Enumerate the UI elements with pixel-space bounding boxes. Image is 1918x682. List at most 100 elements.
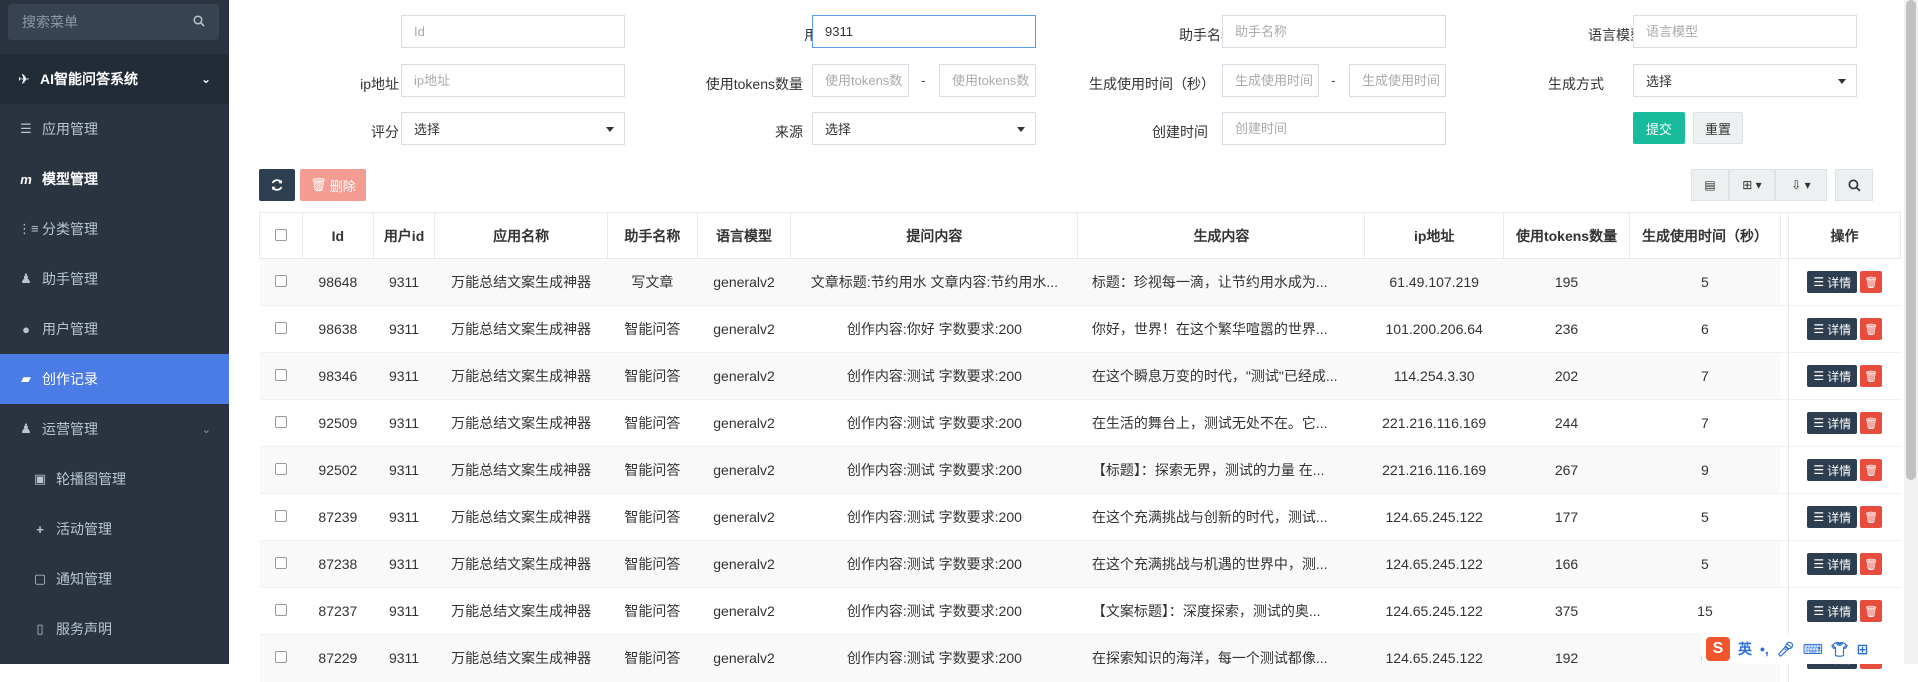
row-delete-button[interactable]: 🗑 bbox=[1860, 553, 1883, 575]
filter-model-input[interactable] bbox=[1633, 15, 1857, 48]
search-toggle-button[interactable] bbox=[1835, 169, 1873, 201]
microphone-icon[interactable]: 🎤︎ bbox=[1777, 641, 1795, 658]
sidebar-item-categories[interactable]: ⋮≡ 分类管理 bbox=[0, 204, 229, 254]
filter-source-select[interactable]: 选择 bbox=[812, 112, 1036, 145]
cell-actions: ☰详情 🗑 bbox=[1787, 258, 1901, 306]
sidebar-item-activities[interactable]: + 活动管理 bbox=[0, 504, 229, 554]
sidebar-item-service-statement[interactable]: ▯ 服务声明 bbox=[0, 604, 229, 654]
filter-ip-input[interactable] bbox=[401, 64, 625, 97]
row-checkbox[interactable] bbox=[274, 369, 287, 381]
sidebar-group-ai-qa[interactable]: ✈ AI智能问答系统 ⌄ bbox=[0, 54, 229, 104]
columns-button[interactable]: ⊞ ▾ bbox=[1729, 169, 1775, 201]
filter-tokens-min-input[interactable] bbox=[812, 64, 909, 97]
table-row[interactable]: 92502 9311 万能总结文案生成神器 智能问答 generalv2 创作内容:测试 … bbox=[259, 446, 1901, 494]
reset-button[interactable]: 重置 bbox=[1693, 112, 1743, 144]
table-row[interactable]: 92509 9311 万能总结文案生成神器 智能问答 generalv2 创作内容:测试 … bbox=[259, 399, 1901, 447]
punctuation-icon[interactable]: •, bbox=[1760, 641, 1769, 657]
row-delete-button[interactable]: 🗑 bbox=[1860, 459, 1883, 481]
menu-search-box bbox=[8, 4, 219, 40]
row-delete-button[interactable]: 🗑 bbox=[1860, 365, 1883, 387]
col-header-tokens[interactable]: 使用tokens数量 bbox=[1502, 212, 1631, 259]
row-checkbox[interactable] bbox=[274, 510, 287, 522]
detail-button[interactable]: ☰详情 bbox=[1807, 553, 1858, 575]
col-header-app[interactable]: 应用名称 bbox=[434, 212, 609, 259]
notice-icon: ▢ bbox=[33, 571, 47, 586]
row-delete-button[interactable]: 🗑 bbox=[1860, 506, 1883, 528]
sidebar-item-assistants[interactable]: ♟ 助手管理 bbox=[0, 254, 229, 304]
detail-label: 详情 bbox=[1827, 322, 1852, 337]
col-header-user-id[interactable]: 用户id bbox=[372, 212, 436, 259]
filter-tokens-max-input[interactable] bbox=[939, 64, 1036, 97]
export-button[interactable]: ⇩ ▾ bbox=[1775, 169, 1827, 201]
detail-button[interactable]: ☰详情 bbox=[1807, 600, 1858, 622]
refresh-button[interactable] bbox=[259, 169, 295, 201]
cell-user-id: 9311 bbox=[373, 540, 435, 588]
filter-assistant-input[interactable] bbox=[1222, 15, 1446, 48]
sidebar-item-operations[interactable]: ♟ 运营管理 ⌄ bbox=[0, 404, 229, 454]
sidebar-item-notices[interactable]: ▢ 通知管理 bbox=[0, 554, 229, 604]
detail-button[interactable]: ☰详情 bbox=[1807, 318, 1858, 340]
sidebar-item-models[interactable]: m 模型管理 bbox=[0, 154, 229, 204]
col-spacer bbox=[1779, 212, 1789, 259]
table-row[interactable]: 98638 9311 万能总结文案生成神器 智能问答 generalv2 创作内容:你好 … bbox=[259, 305, 1901, 353]
col-header-duration[interactable]: 生成使用时间（秒） bbox=[1629, 212, 1781, 259]
cell-content: 标题：珍视每一滴，让节约用水成为... bbox=[1077, 258, 1365, 306]
search-icon[interactable] bbox=[193, 15, 205, 27]
col-header-ip[interactable]: ip地址 bbox=[1364, 212, 1504, 259]
row-checkbox[interactable] bbox=[274, 322, 287, 334]
table-row[interactable]: 87237 9311 万能总结文案生成神器 智能问答 generalv2 创作内容:测试 … bbox=[259, 587, 1901, 635]
filter-rating-select[interactable]: 选择 bbox=[401, 112, 625, 145]
row-delete-button[interactable]: 🗑 bbox=[1860, 271, 1883, 293]
detail-button[interactable]: ☰详情 bbox=[1807, 459, 1858, 481]
detail-button[interactable]: ☰详情 bbox=[1807, 365, 1858, 387]
filter-user-id-input[interactable] bbox=[812, 15, 1036, 48]
col-header-assistant[interactable]: 助手名称 bbox=[607, 212, 698, 259]
table-row[interactable]: 87229 9311 万能总结文案生成神器 智能问答 generalv2 创作内容:测试 … bbox=[259, 634, 1901, 682]
row-checkbox[interactable] bbox=[274, 557, 287, 569]
col-header-model[interactable]: 语言模型 bbox=[696, 212, 792, 259]
records-table: Id 用户id 应用名称 助手名称 语言模型 提问内容 生成内容 ip地址 使用… bbox=[259, 212, 1902, 682]
cell-spacer bbox=[1780, 258, 1789, 306]
keyboard-icon[interactable]: ⌨ bbox=[1803, 641, 1823, 658]
filter-mode-select[interactable]: 选择 bbox=[1633, 64, 1857, 97]
cell-tokens: 166 bbox=[1503, 540, 1630, 588]
toggle-view-button[interactable]: ▤ bbox=[1691, 169, 1729, 201]
skin-icon[interactable]: 👕︎ bbox=[1831, 641, 1849, 658]
row-checkbox[interactable] bbox=[274, 275, 287, 287]
row-checkbox[interactable] bbox=[274, 416, 287, 428]
menu-search-input[interactable] bbox=[8, 4, 219, 40]
detail-button[interactable]: ☰详情 bbox=[1807, 271, 1858, 293]
filter-duration-min-input[interactable] bbox=[1222, 64, 1319, 97]
sidebar-item-carousel[interactable]: ▣ 轮播图管理 bbox=[0, 454, 229, 504]
col-header-id[interactable]: Id bbox=[301, 212, 375, 259]
scrollbar[interactable] bbox=[1904, 0, 1918, 664]
sidebar-item-users[interactable]: ● 用户管理 bbox=[0, 304, 229, 354]
row-checkbox[interactable] bbox=[274, 651, 287, 664]
filter-label-duration: 生成使用时间（秒） bbox=[1089, 76, 1215, 92]
ime-language[interactable]: 英 bbox=[1738, 639, 1752, 659]
delete-button[interactable]: 🗑 删除 bbox=[300, 169, 366, 201]
table-row[interactable]: 87239 9311 万能总结文案生成神器 智能问答 generalv2 创作内容:测试 … bbox=[259, 493, 1901, 541]
row-delete-button[interactable]: 🗑 bbox=[1860, 318, 1883, 340]
sidebar-item-creation-records[interactable]: ▰ 创作记录 bbox=[0, 354, 229, 404]
row-checkbox[interactable] bbox=[274, 604, 287, 616]
sogou-logo-icon[interactable]: S bbox=[1706, 637, 1730, 661]
row-delete-button[interactable]: 🗑 bbox=[1860, 412, 1883, 434]
detail-button[interactable]: ☰详情 bbox=[1807, 412, 1858, 434]
table-row[interactable]: 98648 9311 万能总结文案生成神器 写文章 generalv2 文章标题:节约用水… bbox=[259, 258, 1901, 306]
scrollbar-thumb[interactable] bbox=[1906, 0, 1916, 480]
select-all-checkbox[interactable] bbox=[274, 228, 287, 241]
toolbox-icon[interactable]: ⊞ bbox=[1857, 641, 1869, 658]
table-row[interactable]: 98346 9311 万能总结文案生成神器 智能问答 generalv2 创作内容:测试 … bbox=[259, 352, 1901, 400]
submit-button[interactable]: 提交 bbox=[1633, 112, 1685, 144]
sidebar-item-apps[interactable]: ☰ 应用管理 bbox=[0, 104, 229, 154]
filter-created-input[interactable] bbox=[1222, 112, 1446, 145]
col-header-question[interactable]: 提问内容 bbox=[790, 212, 1079, 259]
table-row[interactable]: 87238 9311 万能总结文案生成神器 智能问答 generalv2 创作内容:测试 … bbox=[259, 540, 1901, 588]
col-header-content[interactable]: 生成内容 bbox=[1077, 212, 1366, 259]
filter-id-input[interactable] bbox=[401, 15, 625, 48]
row-checkbox[interactable] bbox=[274, 463, 287, 475]
filter-duration-max-input[interactable] bbox=[1349, 64, 1446, 97]
detail-button[interactable]: ☰详情 bbox=[1807, 506, 1858, 528]
row-delete-button[interactable]: 🗑 bbox=[1860, 600, 1883, 622]
